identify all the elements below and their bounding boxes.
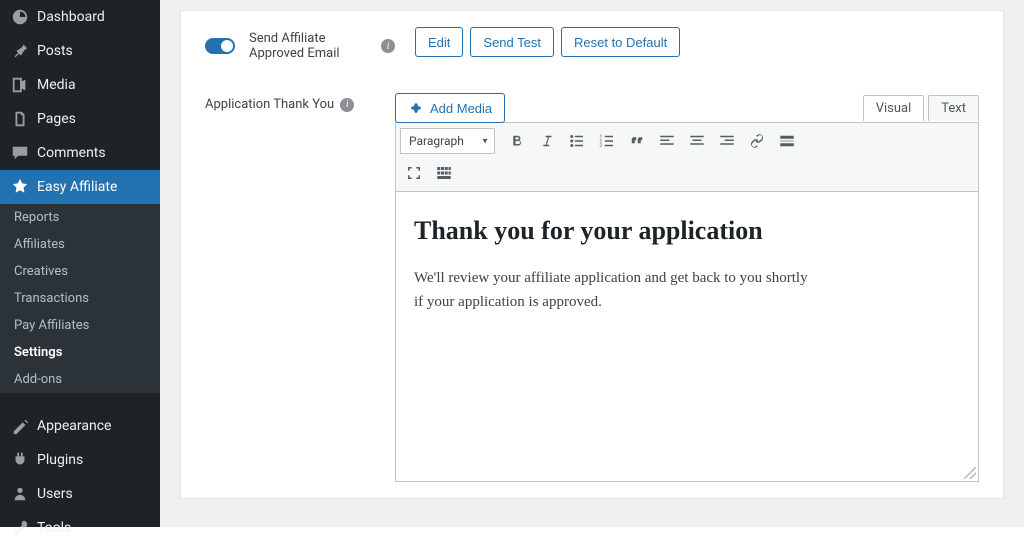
rich-text-editor: Add Media Visual Text Paragraph	[395, 93, 979, 482]
dashboard-icon	[10, 7, 30, 27]
pages-icon	[10, 109, 30, 129]
submenu-item-addons[interactable]: Add-ons	[0, 366, 160, 393]
align-right-button[interactable]	[713, 127, 741, 155]
toggle-knob	[221, 40, 233, 52]
send-test-button[interactable]: Send Test	[470, 27, 554, 57]
row-label-text: Send Affiliate Approved Email	[249, 31, 373, 61]
sidebar-label: Easy Affiliate	[37, 179, 117, 195]
tools-icon	[10, 518, 30, 538]
align-left-button[interactable]	[653, 127, 681, 155]
bold-button[interactable]	[503, 127, 531, 155]
sidebar-label: Media	[37, 77, 76, 93]
sidebar-label: Tools	[37, 520, 71, 536]
sidebar-item-users[interactable]: Users	[0, 477, 160, 511]
add-media-button[interactable]: Add Media	[395, 93, 505, 123]
main-content: Send Affiliate Approved Email i Edit Sen…	[160, 0, 1024, 527]
edit-email-button[interactable]: Edit	[415, 27, 463, 57]
editor-tab-text[interactable]: Text	[928, 95, 979, 121]
sidebar-label: Pages	[37, 111, 76, 127]
editor-heading: Thank you for your application	[414, 216, 960, 246]
users-icon	[10, 484, 30, 504]
sidebar-item-easy-affiliate[interactable]: Easy Affiliate	[0, 170, 160, 204]
sidebar-item-plugins[interactable]: Plugins	[0, 443, 160, 477]
add-media-label: Add Media	[430, 101, 492, 116]
italic-button[interactable]	[533, 127, 561, 155]
row-label-text: Application Thank You	[205, 97, 334, 112]
row-application-thank-you: Application Thank You i Add Media	[181, 77, 1003, 498]
comments-icon	[10, 143, 30, 163]
sidebar-label: Dashboard	[37, 9, 105, 25]
sidebar-label: Users	[37, 486, 73, 502]
row-body: Edit Send Test Reset to Default	[395, 27, 979, 57]
plugins-icon	[10, 450, 30, 470]
sidebar-item-comments[interactable]: Comments	[0, 136, 160, 170]
settings-card: Send Affiliate Approved Email i Edit Sen…	[180, 10, 1004, 499]
sidebar-divider	[0, 393, 160, 409]
sidebar-item-posts[interactable]: Posts	[0, 34, 160, 68]
pin-icon	[10, 41, 30, 61]
toolbar-toggle-button[interactable]	[430, 159, 458, 187]
sidebar-submenu-easy-affiliate: Reports Affiliates Creatives Transaction…	[0, 204, 160, 393]
easy-affiliate-icon	[10, 177, 30, 197]
editor-tab-visual[interactable]: Visual	[863, 95, 925, 121]
blockquote-button[interactable]	[623, 127, 651, 155]
editor-paragraph: We'll review your affiliate application …	[414, 266, 814, 314]
submenu-item-reports[interactable]: Reports	[0, 204, 160, 231]
media-icon	[408, 100, 424, 116]
sidebar-label: Posts	[37, 43, 73, 59]
info-icon[interactable]: i	[340, 98, 354, 112]
format-select[interactable]: Paragraph	[400, 128, 495, 154]
sidebar-label: Plugins	[37, 452, 83, 468]
submenu-item-transactions[interactable]: Transactions	[0, 285, 160, 312]
editor-content-area[interactable]: Thank you for your application We'll rev…	[395, 192, 979, 482]
sidebar-label: Appearance	[37, 418, 111, 434]
bullet-list-button[interactable]	[563, 127, 591, 155]
admin-sidebar: Dashboard Posts Media Pages Comments Eas…	[0, 0, 160, 527]
link-button[interactable]	[743, 127, 771, 155]
submenu-item-affiliates[interactable]: Affiliates	[0, 231, 160, 258]
sidebar-item-media[interactable]: Media	[0, 68, 160, 102]
sidebar-label: Comments	[37, 145, 106, 161]
row-body: Add Media Visual Text Paragraph	[395, 93, 979, 482]
row-label: Send Affiliate Approved Email i	[205, 27, 395, 61]
fullscreen-button[interactable]	[400, 159, 428, 187]
info-icon[interactable]: i	[381, 39, 395, 53]
sidebar-item-appearance[interactable]: Appearance	[0, 409, 160, 443]
submenu-item-creatives[interactable]: Creatives	[0, 258, 160, 285]
svg-text:3: 3	[600, 143, 603, 149]
row-send-approved-email: Send Affiliate Approved Email i Edit Sen…	[181, 11, 1003, 77]
editor-tabs: Visual Text	[863, 95, 979, 121]
editor-toolbar: Paragraph 123	[395, 122, 979, 192]
sidebar-item-dashboard[interactable]: Dashboard	[0, 0, 160, 34]
appearance-icon	[10, 416, 30, 436]
submenu-item-pay-affiliates[interactable]: Pay Affiliates	[0, 312, 160, 339]
numbered-list-button[interactable]: 123	[593, 127, 621, 155]
align-center-button[interactable]	[683, 127, 711, 155]
sidebar-item-pages[interactable]: Pages	[0, 102, 160, 136]
row-label: Application Thank You i	[205, 93, 395, 112]
read-more-button[interactable]	[773, 127, 801, 155]
editor-resize-handle[interactable]	[964, 467, 976, 479]
reset-default-button[interactable]: Reset to Default	[561, 27, 680, 57]
media-icon	[10, 75, 30, 95]
submenu-item-settings[interactable]: Settings	[0, 339, 160, 366]
sidebar-item-tools[interactable]: Tools	[0, 511, 160, 545]
approved-email-toggle[interactable]	[205, 38, 235, 54]
editor-top-bar: Add Media Visual Text	[395, 93, 979, 123]
